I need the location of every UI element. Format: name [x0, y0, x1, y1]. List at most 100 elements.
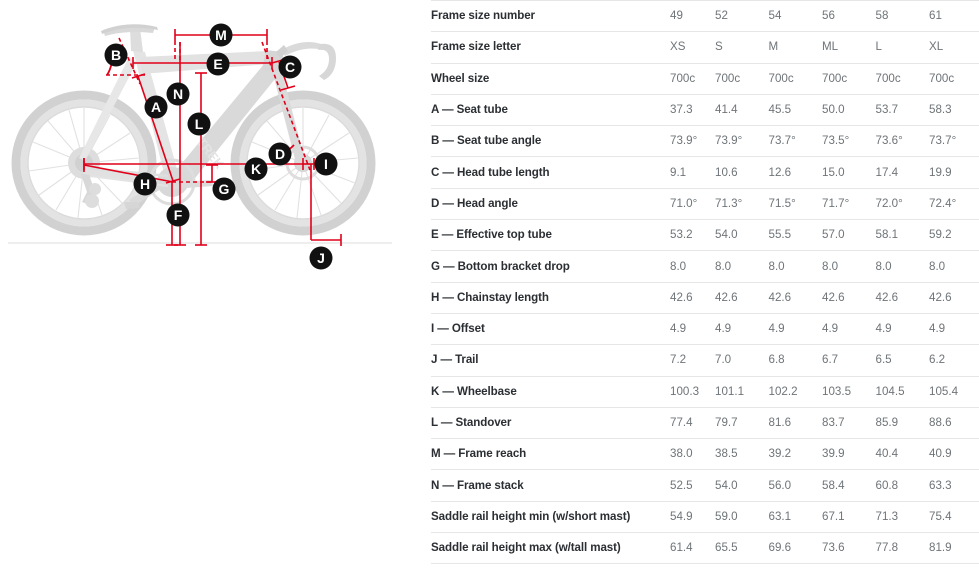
- cell-size-61: 81.9: [929, 532, 979, 565]
- table-row: L — Standover 77.4 79.7 81.6 83.7 85.9 88.6: [431, 406, 979, 439]
- cell-size-49: 37.3: [658, 93, 715, 126]
- row-label: K — Wheelbase: [431, 375, 658, 408]
- cell-size-52: 71.3°: [715, 187, 769, 220]
- cell-size-56: 58.4: [822, 469, 876, 502]
- cell-size-58: 42.6: [875, 281, 929, 314]
- callout-j: J: [309, 246, 333, 270]
- callout-i: I: [314, 152, 338, 176]
- callout-letter: F: [174, 207, 183, 223]
- cell-size-52: 54.0: [715, 219, 769, 251]
- cell-size-49: 54.9: [658, 500, 715, 533]
- table-row: Frame size letter XS S M ML L XL: [431, 31, 979, 64]
- table-row: H — Chainstay length 42.6 42.6 42.6 42.6 42.6…: [431, 281, 979, 314]
- cell-size-56: 8.0: [822, 250, 876, 283]
- callout-n: N: [166, 82, 190, 106]
- geometry-page: TREK B M E C A N L D I K H G F J Frame s…: [0, 0, 979, 572]
- table-row: Wheel size 700c 700c 700c 700c 700c 700c: [431, 62, 979, 95]
- cell-size-52: 10.6: [715, 156, 769, 189]
- cell-size-49: 700c: [658, 62, 715, 95]
- row-label: E — Effective top tube: [431, 219, 658, 251]
- cell-size-54: 71.5°: [768, 187, 822, 220]
- cell-size-52: 52: [715, 0, 769, 32]
- cell-size-61: 72.4°: [929, 187, 979, 220]
- row-label: J — Trail: [431, 344, 658, 377]
- cell-size-49: 49: [658, 0, 715, 32]
- cell-size-49: 52.5: [658, 469, 715, 502]
- cell-size-58: 77.8: [875, 532, 929, 565]
- cell-size-58: 73.6°: [875, 125, 929, 157]
- cell-size-61: 40.9: [929, 438, 979, 470]
- cell-size-58: 71.3: [875, 500, 929, 533]
- cell-size-49: 8.0: [658, 250, 715, 283]
- cell-size-52: 8.0: [715, 250, 769, 283]
- callout-f: F: [166, 203, 190, 227]
- cell-size-56: 56: [822, 0, 876, 32]
- cell-size-56: 71.7°: [822, 187, 876, 220]
- callout-letter: E: [213, 56, 222, 72]
- row-label: C — Head tube length: [431, 156, 658, 189]
- row-label: G — Bottom bracket drop: [431, 250, 658, 283]
- cell-size-52: S: [715, 31, 769, 64]
- row-label: M — Frame reach: [431, 438, 658, 470]
- cell-size-49: 77.4: [658, 406, 715, 439]
- table-row: Frame size number 49 52 54 56 58 61: [431, 0, 979, 32]
- cell-size-58: 17.4: [875, 156, 929, 189]
- callout-letter: G: [219, 181, 230, 197]
- callout-letter: D: [275, 146, 285, 162]
- cell-size-49: 100.3: [658, 375, 715, 408]
- table-row: Saddle rail height max (w/tall mast) 61.4…: [431, 532, 979, 565]
- cell-size-49: XS: [658, 31, 715, 64]
- cell-size-61: 73.7°: [929, 125, 979, 157]
- callout-letter: K: [251, 161, 261, 177]
- callout-k: K: [244, 157, 268, 181]
- cell-size-58: 53.7: [875, 93, 929, 126]
- row-label: L — Standover: [431, 406, 658, 439]
- table-row: G — Bottom bracket drop 8.0 8.0 8.0 8.0 8.0 8.…: [431, 250, 979, 283]
- callout-letter: J: [317, 250, 325, 266]
- cell-size-52: 7.0: [715, 344, 769, 377]
- saddle: [101, 24, 158, 36]
- cell-size-54: 54: [768, 0, 822, 32]
- cell-size-56: 103.5: [822, 375, 876, 408]
- row-label: Frame size number: [431, 0, 658, 32]
- table-row: N — Frame stack 52.5 54.0 56.0 58.4 60.8 63.3: [431, 469, 979, 502]
- cell-size-58: 6.5: [875, 344, 929, 377]
- cell-size-52: 54.0: [715, 469, 769, 502]
- cell-size-61: 19.9: [929, 156, 979, 189]
- cell-size-61: 4.9: [929, 312, 979, 345]
- callout-d: D: [268, 142, 292, 166]
- row-label: B — Seat tube angle: [431, 125, 658, 157]
- cell-size-58: 72.0°: [875, 187, 929, 220]
- cell-size-61: 63.3: [929, 469, 979, 502]
- cell-size-54: 81.6: [768, 406, 822, 439]
- cell-size-54: M: [768, 31, 822, 64]
- cell-size-52: 59.0: [715, 500, 769, 533]
- cell-size-52: 101.1: [715, 375, 769, 408]
- callout-letter: M: [215, 27, 227, 43]
- callout-m: M: [209, 23, 233, 47]
- cell-size-52: 65.5: [715, 532, 769, 565]
- callout-letter: L: [195, 116, 204, 132]
- callout-letter: B: [111, 47, 121, 63]
- cell-size-52: 700c: [715, 62, 769, 95]
- frame-geometry-table: Frame size number 49 52 54 56 58 61 Frame size …: [431, 0, 979, 572]
- table-row: Saddle rail height min (w/short mast) 54.…: [431, 500, 979, 533]
- cell-size-56: 73.5°: [822, 125, 876, 157]
- cell-size-56: 4.9: [822, 312, 876, 345]
- cell-size-54: 8.0: [768, 250, 822, 283]
- cell-size-56: 67.1: [822, 500, 876, 533]
- table-row: B — Seat tube angle 73.9° 73.9° 73.7° 73.5° 7…: [431, 125, 979, 157]
- cell-size-49: 4.9: [658, 312, 715, 345]
- cell-size-54: 69.6: [768, 532, 822, 565]
- cell-size-49: 73.9°: [658, 125, 715, 157]
- table-row: I — Offset 4.9 4.9 4.9 4.9 4.9 4.9: [431, 312, 979, 345]
- cell-size-58: 700c: [875, 62, 929, 95]
- cell-size-58: 40.4: [875, 438, 929, 470]
- cell-size-52: 42.6: [715, 281, 769, 314]
- callout-b: B: [104, 43, 128, 67]
- row-label: N — Frame stack: [431, 469, 658, 502]
- row-label: Wheel size: [431, 62, 658, 95]
- cell-size-49: 53.2: [658, 219, 715, 251]
- table-row: K — Wheelbase 100.3 101.1 102.2 103.5 104.5 10…: [431, 375, 979, 408]
- cell-size-58: 104.5: [875, 375, 929, 408]
